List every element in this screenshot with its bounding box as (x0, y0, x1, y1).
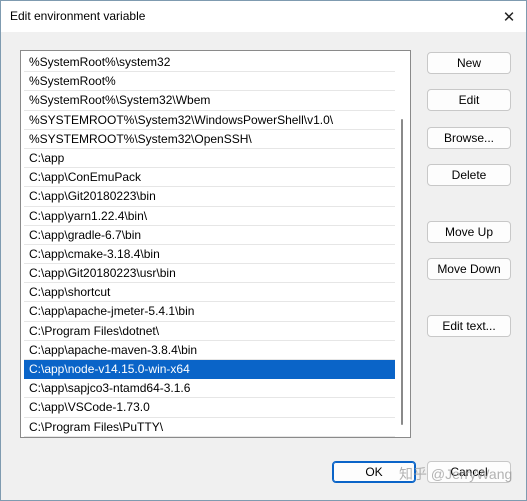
new-button[interactable]: New (427, 52, 511, 74)
delete-button[interactable]: Delete (427, 164, 511, 186)
path-list-item[interactable]: C:\app\yarn1.22.4\bin\ (24, 207, 395, 226)
close-icon[interactable]: ✕ (492, 1, 526, 32)
path-list-item[interactable]: C:\app\ConEmuPack (24, 168, 395, 188)
path-list-item[interactable]: %SystemRoot% (24, 72, 395, 92)
path-list-item[interactable]: %SystemRoot%\System32\Wbem (24, 91, 395, 111)
path-list-item[interactable]: C:\app\sapjco3-ntamd64-3.1.6 (24, 379, 395, 399)
path-list-item[interactable]: C:\app\shortcut (24, 283, 395, 303)
edit-environment-variable-dialog: Edit environment variable ✕ %SystemRoot%… (0, 0, 527, 501)
path-list-item[interactable]: C:\Program Files\dotnet\ (24, 322, 395, 341)
move-up-button[interactable]: Move Up (427, 221, 511, 243)
path-list-item[interactable]: C:\app\node-v14.15.0-win-x64 (24, 360, 395, 380)
path-list-item[interactable]: C:\app\apache-maven-3.8.4\bin (24, 341, 395, 360)
watermark-text: 知乎 @JerryWang (399, 466, 513, 482)
path-list-item[interactable]: C:\app\cmake-3.18.4\bin (24, 245, 395, 265)
path-list-item[interactable]: C:\app\gradle-6.7\bin (24, 226, 395, 245)
path-list-item[interactable]: %SYSTEMROOT%\System32\OpenSSH\ (24, 130, 395, 149)
path-list-item[interactable]: C:\app\apache-jmeter-5.4.1\bin (24, 302, 395, 322)
edit-button[interactable]: Edit (427, 89, 511, 111)
title-bar[interactable]: Edit environment variable ✕ (1, 1, 526, 32)
move-down-button[interactable]: Move Down (427, 258, 511, 280)
path-list-rows: %SystemRoot%\system32 %SystemRoot% %System… (24, 53, 395, 437)
path-list-item[interactable]: %SystemRoot%\system32 (24, 53, 395, 73)
path-list-item[interactable]: C:\Program Files\PuTTY\ (24, 418, 395, 437)
browse-button[interactable]: Browse... (427, 127, 511, 149)
path-list-item[interactable]: C:\app\VSCode-1.73.0 (24, 398, 395, 418)
vertical-scrollbar[interactable] (396, 53, 408, 435)
path-list[interactable]: %SystemRoot%\system32 %SystemRoot% %System… (20, 50, 411, 438)
scrollbar-thumb[interactable] (401, 119, 403, 425)
path-list-item[interactable]: C:\app\Git20180223\usr\bin (24, 264, 395, 284)
path-list-item[interactable]: %SYSTEMROOT%\System32\WindowsPowerShell\… (24, 111, 395, 130)
edit-text-button[interactable]: Edit text... (427, 315, 511, 337)
window-title: Edit environment variable (10, 9, 146, 23)
path-list-item[interactable]: C:\app (24, 149, 395, 169)
path-list-item[interactable]: C:\app\Git20180223\bin (24, 187, 395, 207)
